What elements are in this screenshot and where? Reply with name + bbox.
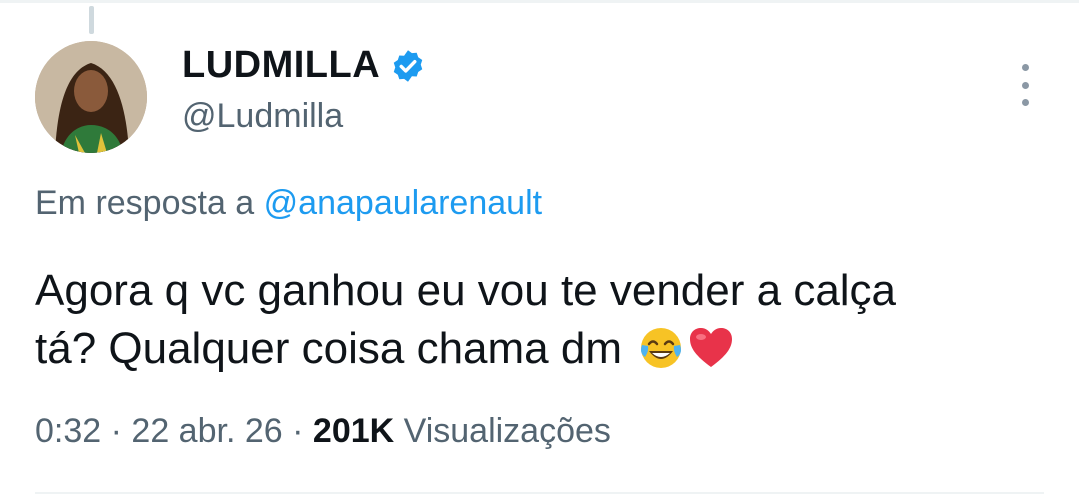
bottom-divider — [35, 492, 1044, 494]
reply-prefix: Em resposta a — [35, 184, 255, 222]
display-name[interactable]: LUDMILLA — [182, 44, 380, 87]
author-name-row[interactable]: LUDMILLA — [182, 44, 426, 87]
tweet-text-line2: tá? Qualquer coisa chama dm — [35, 324, 622, 373]
tweet-date[interactable]: 22 abr. 26 — [131, 412, 282, 450]
reply-mention-link[interactable]: @anapaularenault — [264, 184, 542, 222]
tweet-text-line1: Agora q vc ganhou eu vou te vender a cal… — [35, 266, 897, 315]
views-count[interactable]: 201K — [313, 412, 394, 450]
meta-separator: · — [110, 412, 122, 450]
avatar[interactable] — [35, 41, 147, 153]
more-options-icon[interactable] — [1010, 64, 1040, 106]
thread-connector-line — [89, 6, 94, 34]
avatar-image — [35, 41, 147, 153]
verified-badge-icon — [390, 48, 426, 84]
red-heart-emoji-icon — [688, 325, 734, 371]
views-label[interactable]: Visualizações — [404, 412, 611, 450]
reply-context: Em resposta a @anapaularenault — [35, 184, 542, 223]
meta-separator: · — [292, 412, 304, 450]
author-handle[interactable]: @Ludmilla — [182, 97, 343, 136]
laughing-crying-emoji-icon — [638, 325, 684, 371]
tweet-metadata: 0:32 · 22 abr. 26 · 201K Visualizações — [35, 412, 611, 451]
tweet-text: Agora q vc ganhou eu vou te vender a cal… — [35, 262, 1055, 378]
top-divider — [0, 0, 1079, 3]
tweet-time[interactable]: 0:32 — [35, 412, 101, 450]
